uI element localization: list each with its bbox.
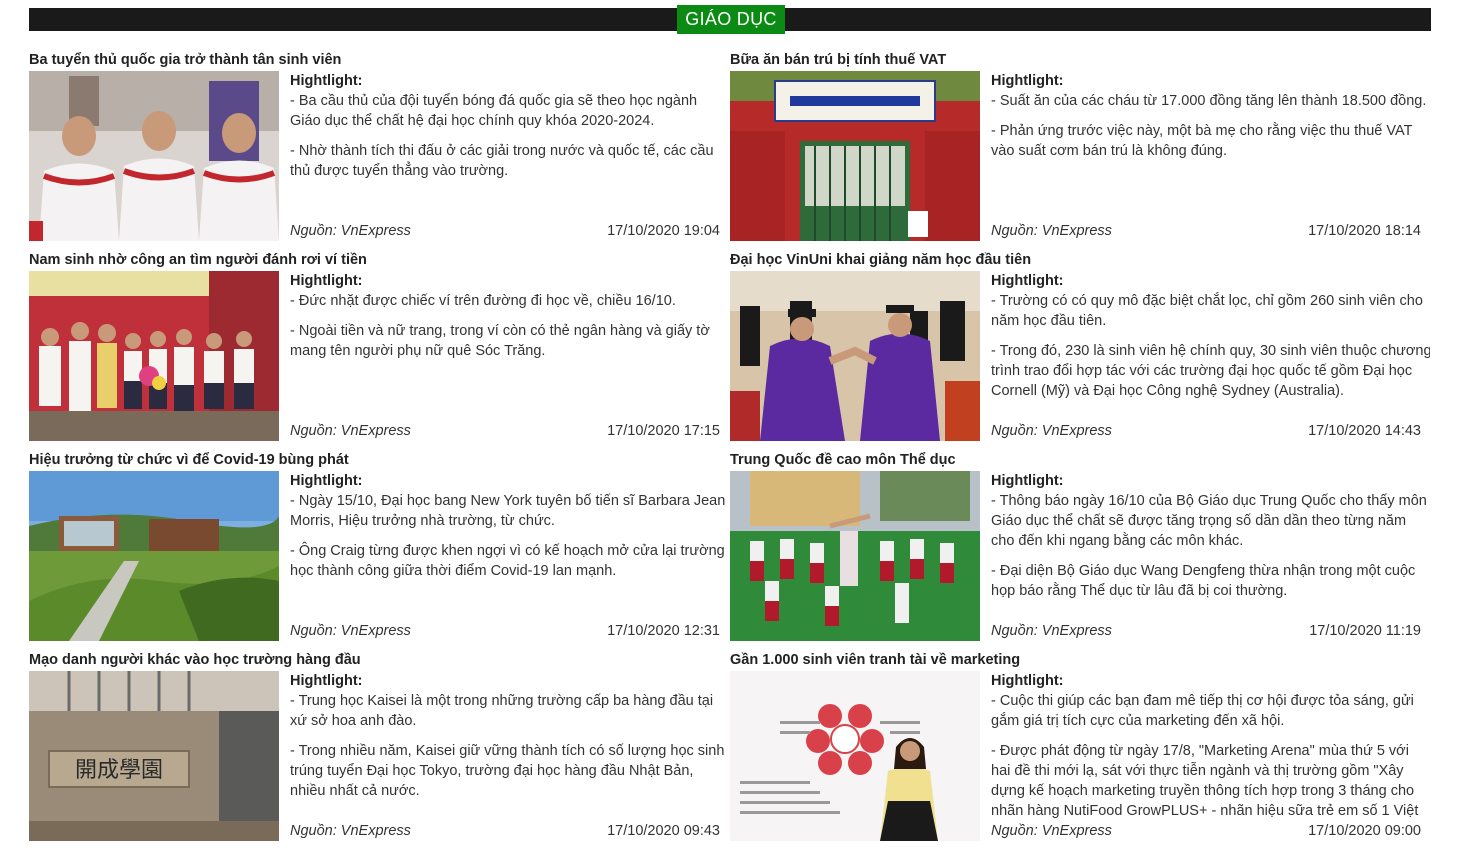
highlight-point: - Đại diện Bộ Giáo dục Wang Dengfeng thừ… [991, 563, 1416, 599]
highlight-point: - Suất ăn của các cháu từ 17.000 đồng tă… [991, 93, 1427, 109]
article-date: 17/10/2020 19:04 [607, 223, 720, 239]
article-title[interactable]: Hiệu trưởng từ chức vì để Covid-19 bùng … [29, 450, 729, 470]
article-thumbnail[interactable] [730, 471, 980, 641]
highlight-label: Hightlight: [991, 473, 1064, 489]
highlight-label: Hightlight: [991, 673, 1064, 689]
article-date: 17/10/2020 09:43 [607, 823, 720, 839]
highlight-point: - Được phát động từ ngày 17/8, "Marketin… [991, 743, 1419, 819]
article-thumbnail[interactable]: 開成學園 [29, 671, 279, 841]
article-source: Nguồn: VnExpress [290, 223, 411, 239]
article-title[interactable]: Mạo danh người khác vào học trường hàng … [29, 650, 729, 670]
highlight-label: Hightlight: [991, 273, 1064, 289]
highlight-label: Hightlight: [991, 73, 1064, 89]
highlight-point: - Trung học Kaisei là một trong những tr… [290, 693, 714, 729]
article-date: 17/10/2020 14:43 [1308, 423, 1421, 439]
section-title[interactable]: GIÁO DỤC [677, 5, 785, 34]
highlight-point: - Nhờ thành tích thi đấu ở các giải tron… [290, 143, 714, 179]
highlight-label: Hightlight: [290, 473, 363, 489]
article-card: Gần 1.000 sinh viên tranh tài về marketi… [730, 650, 1430, 850]
article-date: 17/10/2020 17:15 [607, 423, 720, 439]
article-title[interactable]: Nam sinh nhờ công an tìm người đánh rơi … [29, 250, 729, 270]
article-summary: Hightlight: - Trường có có quy mô đặc bi… [991, 271, 1430, 421]
highlight-point: - Thông báo ngày 16/10 của Bộ Giáo dục T… [991, 493, 1427, 549]
article-summary: Hightlight: - Ba cầu thủ của đội tuyển b… [290, 71, 729, 221]
article-card: Đại học VinUni khai giảng năm học đầu ti… [730, 250, 1430, 450]
article-source: Nguồn: VnExpress [991, 223, 1112, 239]
article-thumbnail[interactable] [730, 71, 980, 241]
article-date: 17/10/2020 09:00 [1308, 823, 1421, 839]
article-source: Nguồn: VnExpress [290, 623, 411, 639]
article-card: Ba tuyển thủ quốc gia trở thành tân sinh… [29, 50, 729, 250]
highlight-point: - Phản ứng trước việc này, một bà mẹ cho… [991, 123, 1413, 159]
highlight-point: - Ba cầu thủ của đội tuyển bóng đá quốc … [290, 93, 698, 129]
article-date: 17/10/2020 18:14 [1308, 223, 1421, 239]
highlight-point: - Cuộc thi giúp các bạn đam mê tiếp thị … [991, 693, 1414, 729]
article-source: Nguồn: VnExpress [991, 623, 1112, 639]
svg-text:開成學園: 開成學園 [75, 758, 163, 783]
article-source: Nguồn: VnExpress [290, 823, 411, 839]
article-source: Nguồn: VnExpress [991, 823, 1112, 839]
article-source: Nguồn: VnExpress [991, 423, 1112, 439]
article-thumbnail[interactable] [730, 671, 980, 841]
article-title[interactable]: Gần 1.000 sinh viên tranh tài về marketi… [730, 650, 1430, 670]
highlight-point: - Trường có có quy mô đặc biệt chắt lọc,… [991, 293, 1423, 329]
article-card: Trung Quốc đề cao môn Thể dục Hightlight… [730, 450, 1430, 650]
article-title[interactable]: Đại học VinUni khai giảng năm học đầu ti… [730, 250, 1430, 270]
article-thumbnail[interactable] [29, 271, 279, 441]
highlight-point: - Ngày 15/10, Đại học bang New York tuyê… [290, 493, 726, 529]
article-card: Hiệu trưởng từ chức vì để Covid-19 bùng … [29, 450, 729, 650]
article-title[interactable]: Trung Quốc đề cao môn Thể dục [730, 450, 1430, 470]
article-date: 17/10/2020 12:31 [607, 623, 720, 639]
article-card: Bữa ăn bán trú bị tính thuế VAT Hightlig… [730, 50, 1430, 250]
article-title[interactable]: Ba tuyển thủ quốc gia trở thành tân sinh… [29, 50, 729, 70]
highlight-label: Hightlight: [290, 73, 363, 89]
highlight-point: - Đức nhặt được chiếc ví trên đường đi h… [290, 293, 676, 309]
article-summary: Hightlight: - Trung học Kaisei là một tr… [290, 671, 729, 821]
article-thumbnail[interactable] [29, 71, 279, 241]
article-summary: Hightlight: - Cuộc thi giúp các bạn đam … [991, 671, 1430, 821]
article-summary: Hightlight: - Suất ăn của các cháu từ 17… [991, 71, 1430, 221]
highlight-point: - Ông Craig từng được khen ngợi vì có kế… [290, 543, 725, 579]
highlight-point: - Trong đó, 230 là sinh viên hệ chính qu… [991, 343, 1430, 399]
highlight-point: - Ngoài tiền và nữ trang, trong ví còn c… [290, 323, 710, 359]
highlight-label: Hightlight: [290, 673, 363, 689]
article-summary: Hightlight: - Thông báo ngày 16/10 của B… [991, 471, 1430, 621]
article-title[interactable]: Bữa ăn bán trú bị tính thuế VAT [730, 50, 1430, 70]
article-summary: Hightlight: - Đức nhặt được chiếc ví trê… [290, 271, 729, 421]
article-card: Mạo danh người khác vào học trường hàng … [29, 650, 729, 850]
article-thumbnail[interactable] [730, 271, 980, 441]
article-summary: Hightlight: - Ngày 15/10, Đại học bang N… [290, 471, 729, 621]
highlight-label: Hightlight: [290, 273, 363, 289]
article-date: 17/10/2020 11:19 [1309, 623, 1421, 639]
article-source: Nguồn: VnExpress [290, 423, 411, 439]
highlight-point: - Trong nhiều năm, Kaisei giữ vững thành… [290, 743, 725, 799]
article-card: Nam sinh nhờ công an tìm người đánh rơi … [29, 250, 729, 450]
article-thumbnail[interactable] [29, 471, 279, 641]
